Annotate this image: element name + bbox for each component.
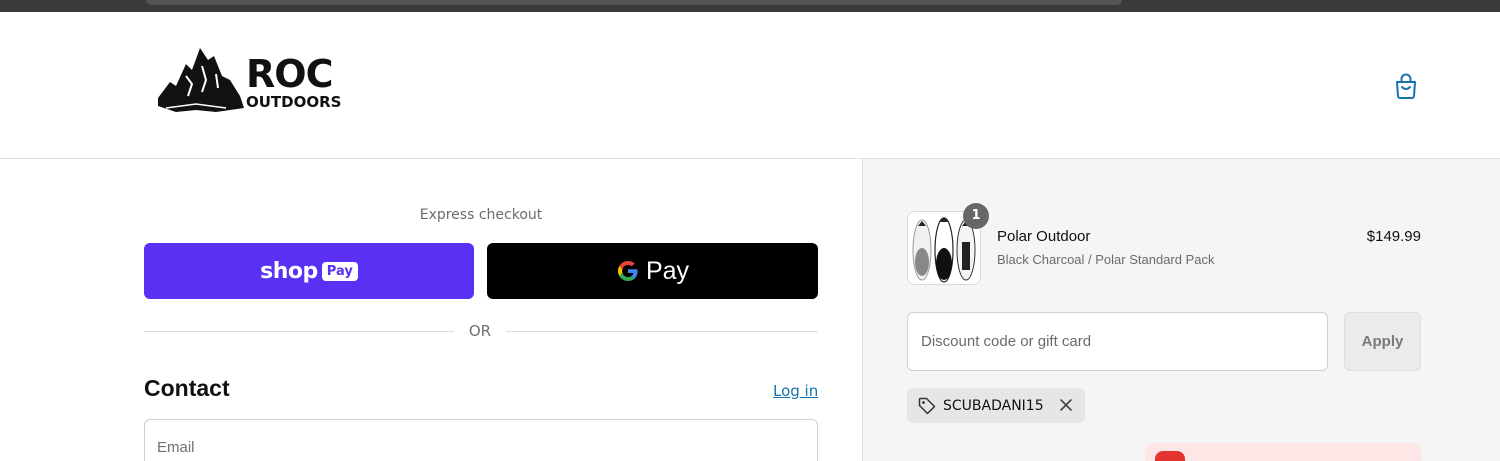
discount-code-input[interactable] (907, 312, 1328, 371)
express-checkout-label: Express checkout (419, 207, 543, 223)
email-field[interactable] (144, 419, 818, 461)
divider-line-left (144, 331, 454, 332)
close-icon[interactable] (1058, 397, 1074, 413)
shop-pay-badge: Pay (321, 261, 358, 281)
brand-name: ROC (246, 52, 333, 96)
brand-subtitle: OUTDOORS (246, 93, 342, 111)
applied-discount-code: SCUBADANI15 (943, 397, 1044, 414)
checkout-main: Express checkout shop Pay Pay OR Contact… (0, 159, 862, 461)
promo-notice-bar (1145, 443, 1422, 461)
browser-top-strip (0, 0, 1500, 12)
product-price: $149.99 (1366, 228, 1421, 245)
google-pay-label: Pay (645, 256, 690, 285)
browser-address-area (146, 0, 1122, 5)
shop-pay-button[interactable]: shop Pay (144, 243, 474, 299)
google-pay-button[interactable]: Pay (487, 243, 818, 299)
tag-icon (918, 397, 936, 414)
mountain-logo-icon (158, 48, 244, 112)
contact-heading: Contact (144, 375, 230, 401)
site-header: ROC OUTDOORS (0, 12, 1500, 159)
divider-line-right (506, 331, 818, 332)
apply-discount-button[interactable]: Apply (1344, 312, 1421, 371)
login-link[interactable]: Log in (773, 382, 818, 400)
shop-pay-wordmark: shop (260, 258, 318, 284)
or-text: OR (468, 322, 492, 340)
quantity-badge: 1 (963, 203, 989, 229)
product-name: Polar Outdoor (997, 228, 1091, 245)
applied-discount-chip: SCUBADANI15 (907, 388, 1085, 423)
store-logo[interactable]: ROC OUTDOORS (156, 46, 346, 116)
or-divider: OR (144, 321, 818, 341)
shopping-bag-icon[interactable] (1392, 72, 1420, 100)
notice-icon (1155, 451, 1185, 461)
product-variant: Black Charcoal / Polar Standard Pack (997, 252, 1215, 267)
google-g-icon (617, 261, 638, 281)
order-summary: 1 Polar Outdoor Black Charcoal / Polar S… (862, 159, 1500, 461)
